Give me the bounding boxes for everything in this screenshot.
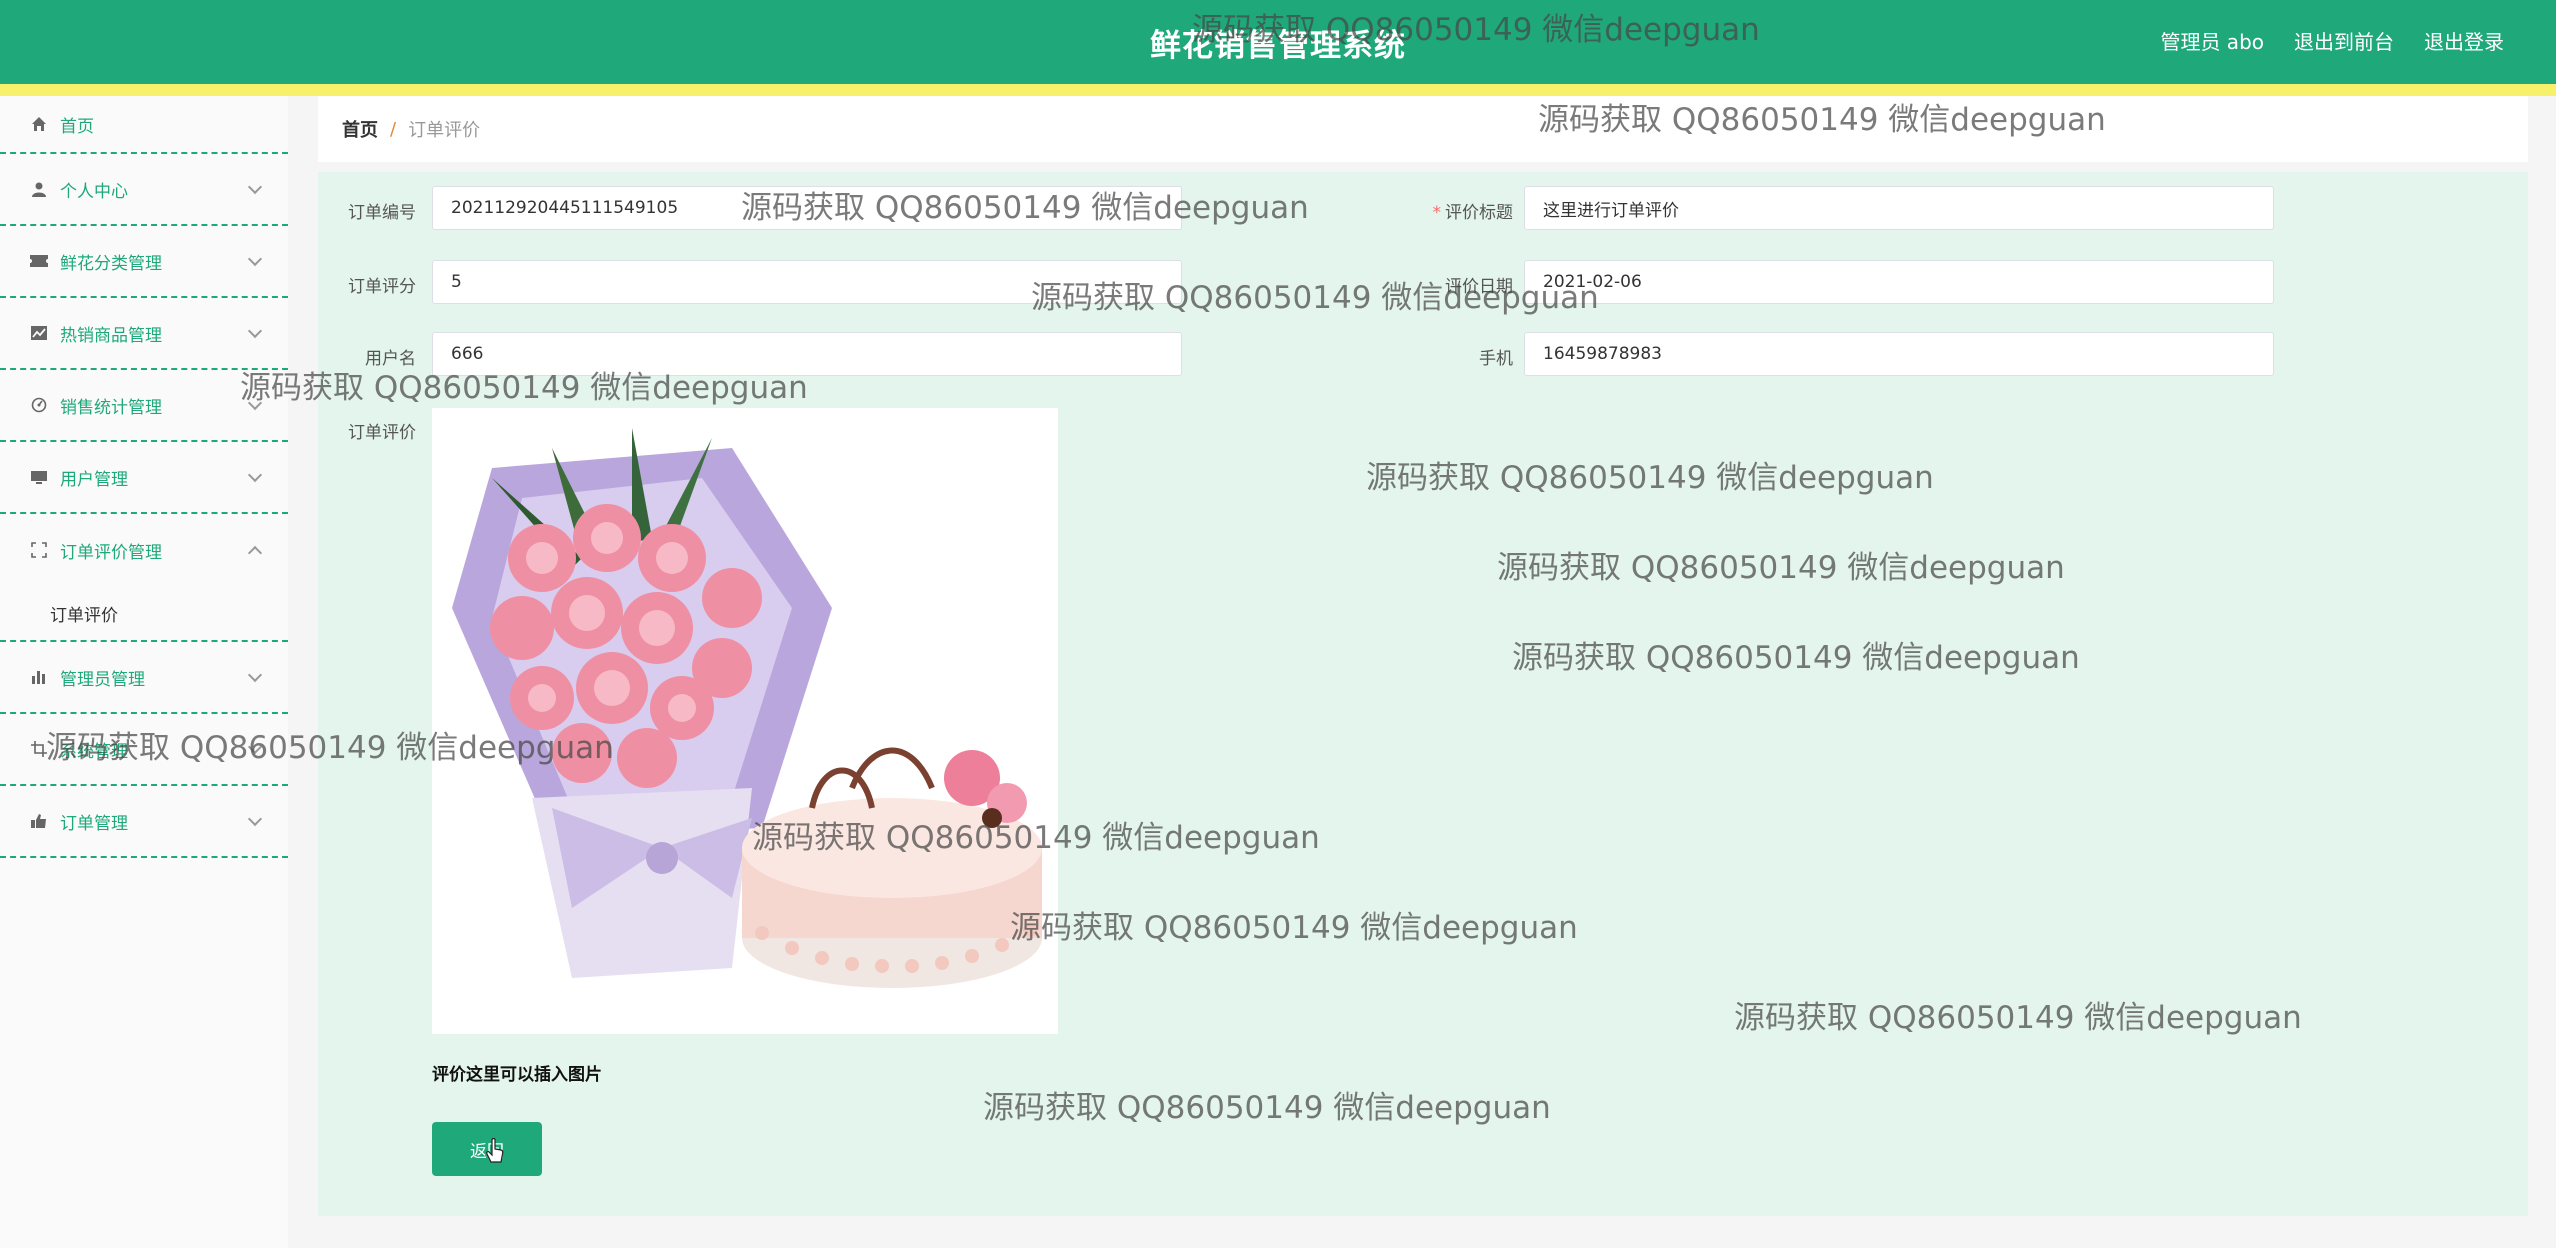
chevron-down-icon: [247, 667, 263, 683]
phone-field[interactable]: 16459878983: [1524, 332, 2274, 376]
username-label: 用户名: [365, 349, 416, 369]
review-date-label: 评价日期: [1445, 277, 1513, 297]
sidebar-item-label: 管理员管理: [60, 669, 145, 690]
sidebar-item-profile[interactable]: 个人中心: [0, 154, 288, 226]
chart-line-icon: [30, 324, 48, 342]
sidebar-item-label: 订单管理: [60, 813, 128, 834]
user-icon: [30, 180, 48, 198]
sidebar: 首页 个人中心 鲜花分类管理 热销商品管理 销售统计管理 用户管理 订单评价管理…: [0, 96, 288, 1248]
breadcrumb-current: 订单评价: [408, 120, 481, 141]
hand-cursor-icon: [486, 1138, 504, 1163]
rating-label: 订单评分: [348, 277, 416, 297]
dashboard-icon: [30, 396, 48, 414]
sidebar-item-system[interactable]: 系统管理: [0, 714, 288, 786]
sidebar-item-label: 订单评价管理: [60, 542, 162, 563]
chevron-down-icon: [247, 179, 263, 195]
sidebar-item-orders[interactable]: 订单管理: [0, 786, 288, 858]
sidebar-item-hot-products[interactable]: 热销商品管理: [0, 298, 288, 370]
frontend-link[interactable]: 退出到前台: [2294, 26, 2394, 55]
ticket-icon: [30, 252, 48, 270]
sidebar-item-home[interactable]: 首页: [0, 96, 288, 154]
sidebar-subitem-order-review[interactable]: 订单评价: [0, 586, 288, 642]
header-links: 管理员 abo 退出到前台 退出登录: [2160, 26, 2504, 55]
sidebar-item-admins[interactable]: 管理员管理: [0, 642, 288, 714]
sidebar-item-label: 用户管理: [60, 469, 128, 490]
username-field[interactable]: 666: [432, 332, 1182, 376]
sidebar-item-sales-stats[interactable]: 销售统计管理: [0, 370, 288, 442]
bar-chart-icon: [30, 668, 48, 686]
review-caption: 评价这里可以插入图片: [432, 1065, 602, 1085]
order-no-label: 订单编号: [348, 203, 416, 223]
home-icon: [30, 115, 48, 133]
sidebar-item-label: 系统管理: [60, 741, 128, 762]
flower-bouquet-cake-image: [432, 408, 1058, 1034]
review-title-field[interactable]: 这里进行订单评价: [1524, 186, 2274, 230]
crop-icon: [30, 740, 48, 758]
top-header: 鲜花销售管理系统 管理员 abo 退出到前台 退出登录: [0, 0, 2556, 84]
sidebar-item-label: 销售统计管理: [60, 397, 162, 418]
sidebar-item-order-review[interactable]: 订单评价管理: [0, 514, 288, 586]
admin-user-label[interactable]: 管理员 abo: [2160, 26, 2264, 55]
order-review-form: 订单编号 20211292044511154910​5 * 评价标题 这里进行订单…: [318, 172, 2528, 1216]
fullscreen-icon: [30, 541, 48, 559]
chevron-down-icon: [247, 395, 263, 411]
chevron-down-icon: [247, 323, 263, 339]
sidebar-item-label: 鲜花分类管理: [60, 253, 162, 274]
header-accent-stripe: [0, 84, 2556, 96]
sidebar-item-label: 热销商品管理: [60, 325, 162, 346]
sidebar-item-label: 个人中心: [60, 181, 128, 202]
review-image: [432, 408, 1058, 1034]
thumb-up-icon: [30, 812, 48, 830]
sidebar-item-label: 首页: [60, 116, 94, 137]
breadcrumb: 首页 / 订单评价: [318, 96, 2528, 162]
phone-label: 手机: [1479, 349, 1513, 369]
chevron-down-icon: [247, 467, 263, 483]
logout-link[interactable]: 退出登录: [2424, 26, 2504, 55]
chevron-down-icon: [247, 739, 263, 755]
monitor-icon: [30, 468, 48, 486]
review-content-label: 订单评价: [348, 423, 416, 443]
chevron-up-icon: [247, 545, 263, 561]
sidebar-item-category[interactable]: 鲜花分类管理: [0, 226, 288, 298]
chevron-down-icon: [247, 251, 263, 267]
rating-field[interactable]: 5: [432, 260, 1182, 304]
review-date-field[interactable]: 2021-02-06: [1524, 260, 2274, 304]
order-no-field[interactable]: 20211292044511154910​5: [432, 186, 1182, 230]
review-title-label: * 评价标题: [1432, 203, 1514, 223]
breadcrumb-home[interactable]: 首页: [342, 116, 378, 142]
sidebar-item-users[interactable]: 用户管理: [0, 442, 288, 514]
chevron-down-icon: [247, 811, 263, 827]
breadcrumb-separator: /: [390, 118, 397, 140]
